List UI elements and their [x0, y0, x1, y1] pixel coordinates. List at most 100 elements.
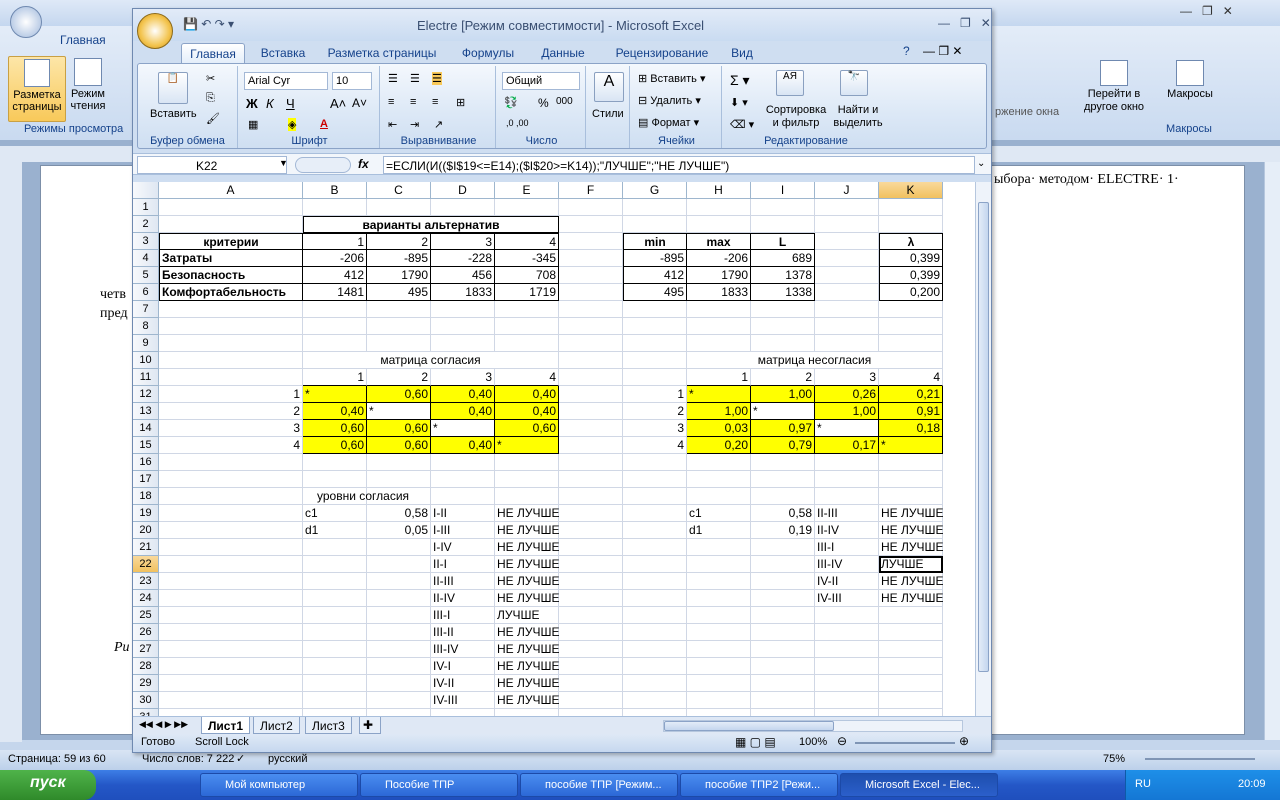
sheet-tab-1[interactable]: Лист1 [201, 717, 251, 734]
row-header[interactable]: 2 [133, 216, 159, 233]
cell-H16[interactable] [687, 454, 751, 471]
cell-J5[interactable] [815, 267, 879, 284]
shrink-font-icon[interactable]: A˅ [352, 96, 367, 110]
cell-K20[interactable]: НЕ ЛУЧШЕ [879, 522, 944, 539]
cell-B19[interactable]: c1 [303, 505, 367, 522]
row-header[interactable]: 19 [133, 505, 159, 522]
cell-K19[interactable]: НЕ ЛУЧШЕ [879, 505, 944, 522]
zoom-slider[interactable] [855, 742, 955, 744]
cell-D12[interactable]: 0,40 [431, 386, 495, 403]
cell-G9[interactable] [623, 335, 687, 352]
cell-I6[interactable]: 1338 [751, 284, 815, 301]
row-header[interactable]: 23 [133, 573, 159, 590]
cell-I20[interactable]: 0,19 [751, 522, 815, 539]
cell-E19[interactable]: НЕ ЛУЧШЕ [495, 505, 560, 522]
switch-window-button[interactable]: Перейти в другое окно [1074, 58, 1154, 122]
sheet-tab-2[interactable]: Лист2 [253, 717, 300, 734]
cell-B11[interactable]: 1 [303, 369, 367, 386]
word-macros-button[interactable]: Макросы [1160, 58, 1220, 122]
cell-E26[interactable]: НЕ ЛУЧШЕ [495, 624, 560, 641]
cell-G7[interactable] [623, 301, 687, 318]
cell-J27[interactable] [815, 641, 879, 658]
cell-K13[interactable]: 0,91 [879, 403, 943, 420]
cell-F15[interactable] [559, 437, 623, 454]
cell-K15[interactable]: * [879, 437, 943, 454]
orientation-icon[interactable]: ↗ [434, 118, 443, 131]
cell-F29[interactable] [559, 675, 623, 692]
cell-H14[interactable]: 0,03 [687, 420, 751, 437]
cell-I25[interactable] [751, 607, 815, 624]
cut-icon[interactable]: ✂ [206, 72, 215, 85]
cell-A3[interactable]: критерии [159, 233, 303, 250]
paste-button[interactable]: Вставить [150, 108, 197, 120]
cell-E21[interactable]: НЕ ЛУЧШЕ [495, 539, 560, 556]
row-header[interactable]: 11 [133, 369, 159, 386]
cell-I27[interactable] [751, 641, 815, 658]
cell-I4[interactable]: 689 [751, 250, 815, 267]
row-header[interactable]: 31 [133, 709, 159, 716]
cell-E9[interactable] [495, 335, 559, 352]
cell-I2[interactable] [751, 216, 815, 233]
cell-I23[interactable] [751, 573, 815, 590]
merge-icon[interactable]: ⊞ [456, 96, 465, 109]
tab-formulas[interactable]: Формулы [455, 43, 521, 63]
styles-button[interactable]: Стили [592, 108, 624, 120]
cell-B20[interactable]: d1 [303, 522, 367, 539]
cell-I17[interactable] [751, 471, 815, 488]
scroll-thumb[interactable] [978, 202, 989, 672]
cell-E25[interactable]: ЛУЧШЕ [495, 607, 559, 624]
cell-E1[interactable] [495, 199, 559, 216]
cell-C20[interactable]: 0,05 [367, 522, 431, 539]
cell-E18[interactable] [495, 488, 559, 505]
cell-A5[interactable]: Безопасность [159, 267, 303, 284]
cell-I14[interactable]: 0,97 [751, 420, 815, 437]
cell-K24[interactable]: НЕ ЛУЧШЕ [879, 590, 944, 607]
cell-J8[interactable] [815, 318, 879, 335]
taskbar-item[interactable]: пособие ТПР [Режим... [520, 773, 678, 797]
cell-E6[interactable]: 1719 [495, 284, 559, 301]
cell-A4[interactable]: Затраты [159, 250, 303, 267]
cell-C11[interactable]: 2 [367, 369, 431, 386]
cell-I9[interactable] [751, 335, 815, 352]
formula-input[interactable]: =ЕСЛИ(И(($I$19<=E14);($I$20>=K14));"ЛУЧШ… [383, 156, 975, 174]
cell-K21[interactable]: НЕ ЛУЧШЕ [879, 539, 944, 556]
cell-J7[interactable] [815, 301, 879, 318]
vertical-scrollbar[interactable] [975, 182, 991, 716]
copy-icon[interactable]: ⎘ [206, 92, 215, 105]
word-zoom-level[interactable]: 75% [1103, 753, 1125, 765]
formula-bar-splitter[interactable] [295, 157, 351, 173]
cell-C1[interactable] [367, 199, 431, 216]
column-header[interactable]: A [159, 182, 303, 199]
cell-I29[interactable] [751, 675, 815, 692]
row-header[interactable]: 3 [133, 233, 159, 250]
autosum-icon[interactable]: Σ ▾ [730, 72, 750, 89]
horizontal-scrollbar[interactable] [663, 720, 963, 732]
cell-H17[interactable] [687, 471, 751, 488]
cell-C14[interactable]: 0,60 [367, 420, 431, 437]
cell-H24[interactable] [687, 590, 751, 607]
cell-J1[interactable] [815, 199, 879, 216]
row-header[interactable]: 1 [133, 199, 159, 216]
cell-F14[interactable] [559, 420, 623, 437]
name-box[interactable]: K22 [137, 156, 287, 174]
cell-J21[interactable]: III-I [815, 539, 879, 556]
cell-B13[interactable]: 0,40 [303, 403, 367, 420]
cell-G24[interactable] [623, 590, 687, 607]
row-header[interactable]: 13 [133, 403, 159, 420]
cell-H7[interactable] [687, 301, 751, 318]
cell-D30[interactable]: IV-III [431, 692, 495, 709]
cell-K26[interactable] [879, 624, 943, 641]
row-header[interactable]: 8 [133, 318, 159, 335]
cell-H27[interactable] [687, 641, 751, 658]
cell-C5[interactable]: 1790 [367, 267, 431, 284]
cell-C9[interactable] [367, 335, 431, 352]
indent-icon[interactable]: ⇤ [388, 118, 397, 131]
cell-A27[interactable] [159, 641, 303, 658]
cell-B18[interactable]: уровни согласия [303, 488, 409, 505]
align-left-icon[interactable]: ≡ [388, 96, 394, 108]
row-header[interactable]: 7 [133, 301, 159, 318]
row-header[interactable]: 10 [133, 352, 159, 369]
word-vscroll[interactable] [1264, 162, 1280, 740]
cell-A12[interactable]: 1 [159, 386, 303, 403]
cell-D25[interactable]: III-I [431, 607, 495, 624]
